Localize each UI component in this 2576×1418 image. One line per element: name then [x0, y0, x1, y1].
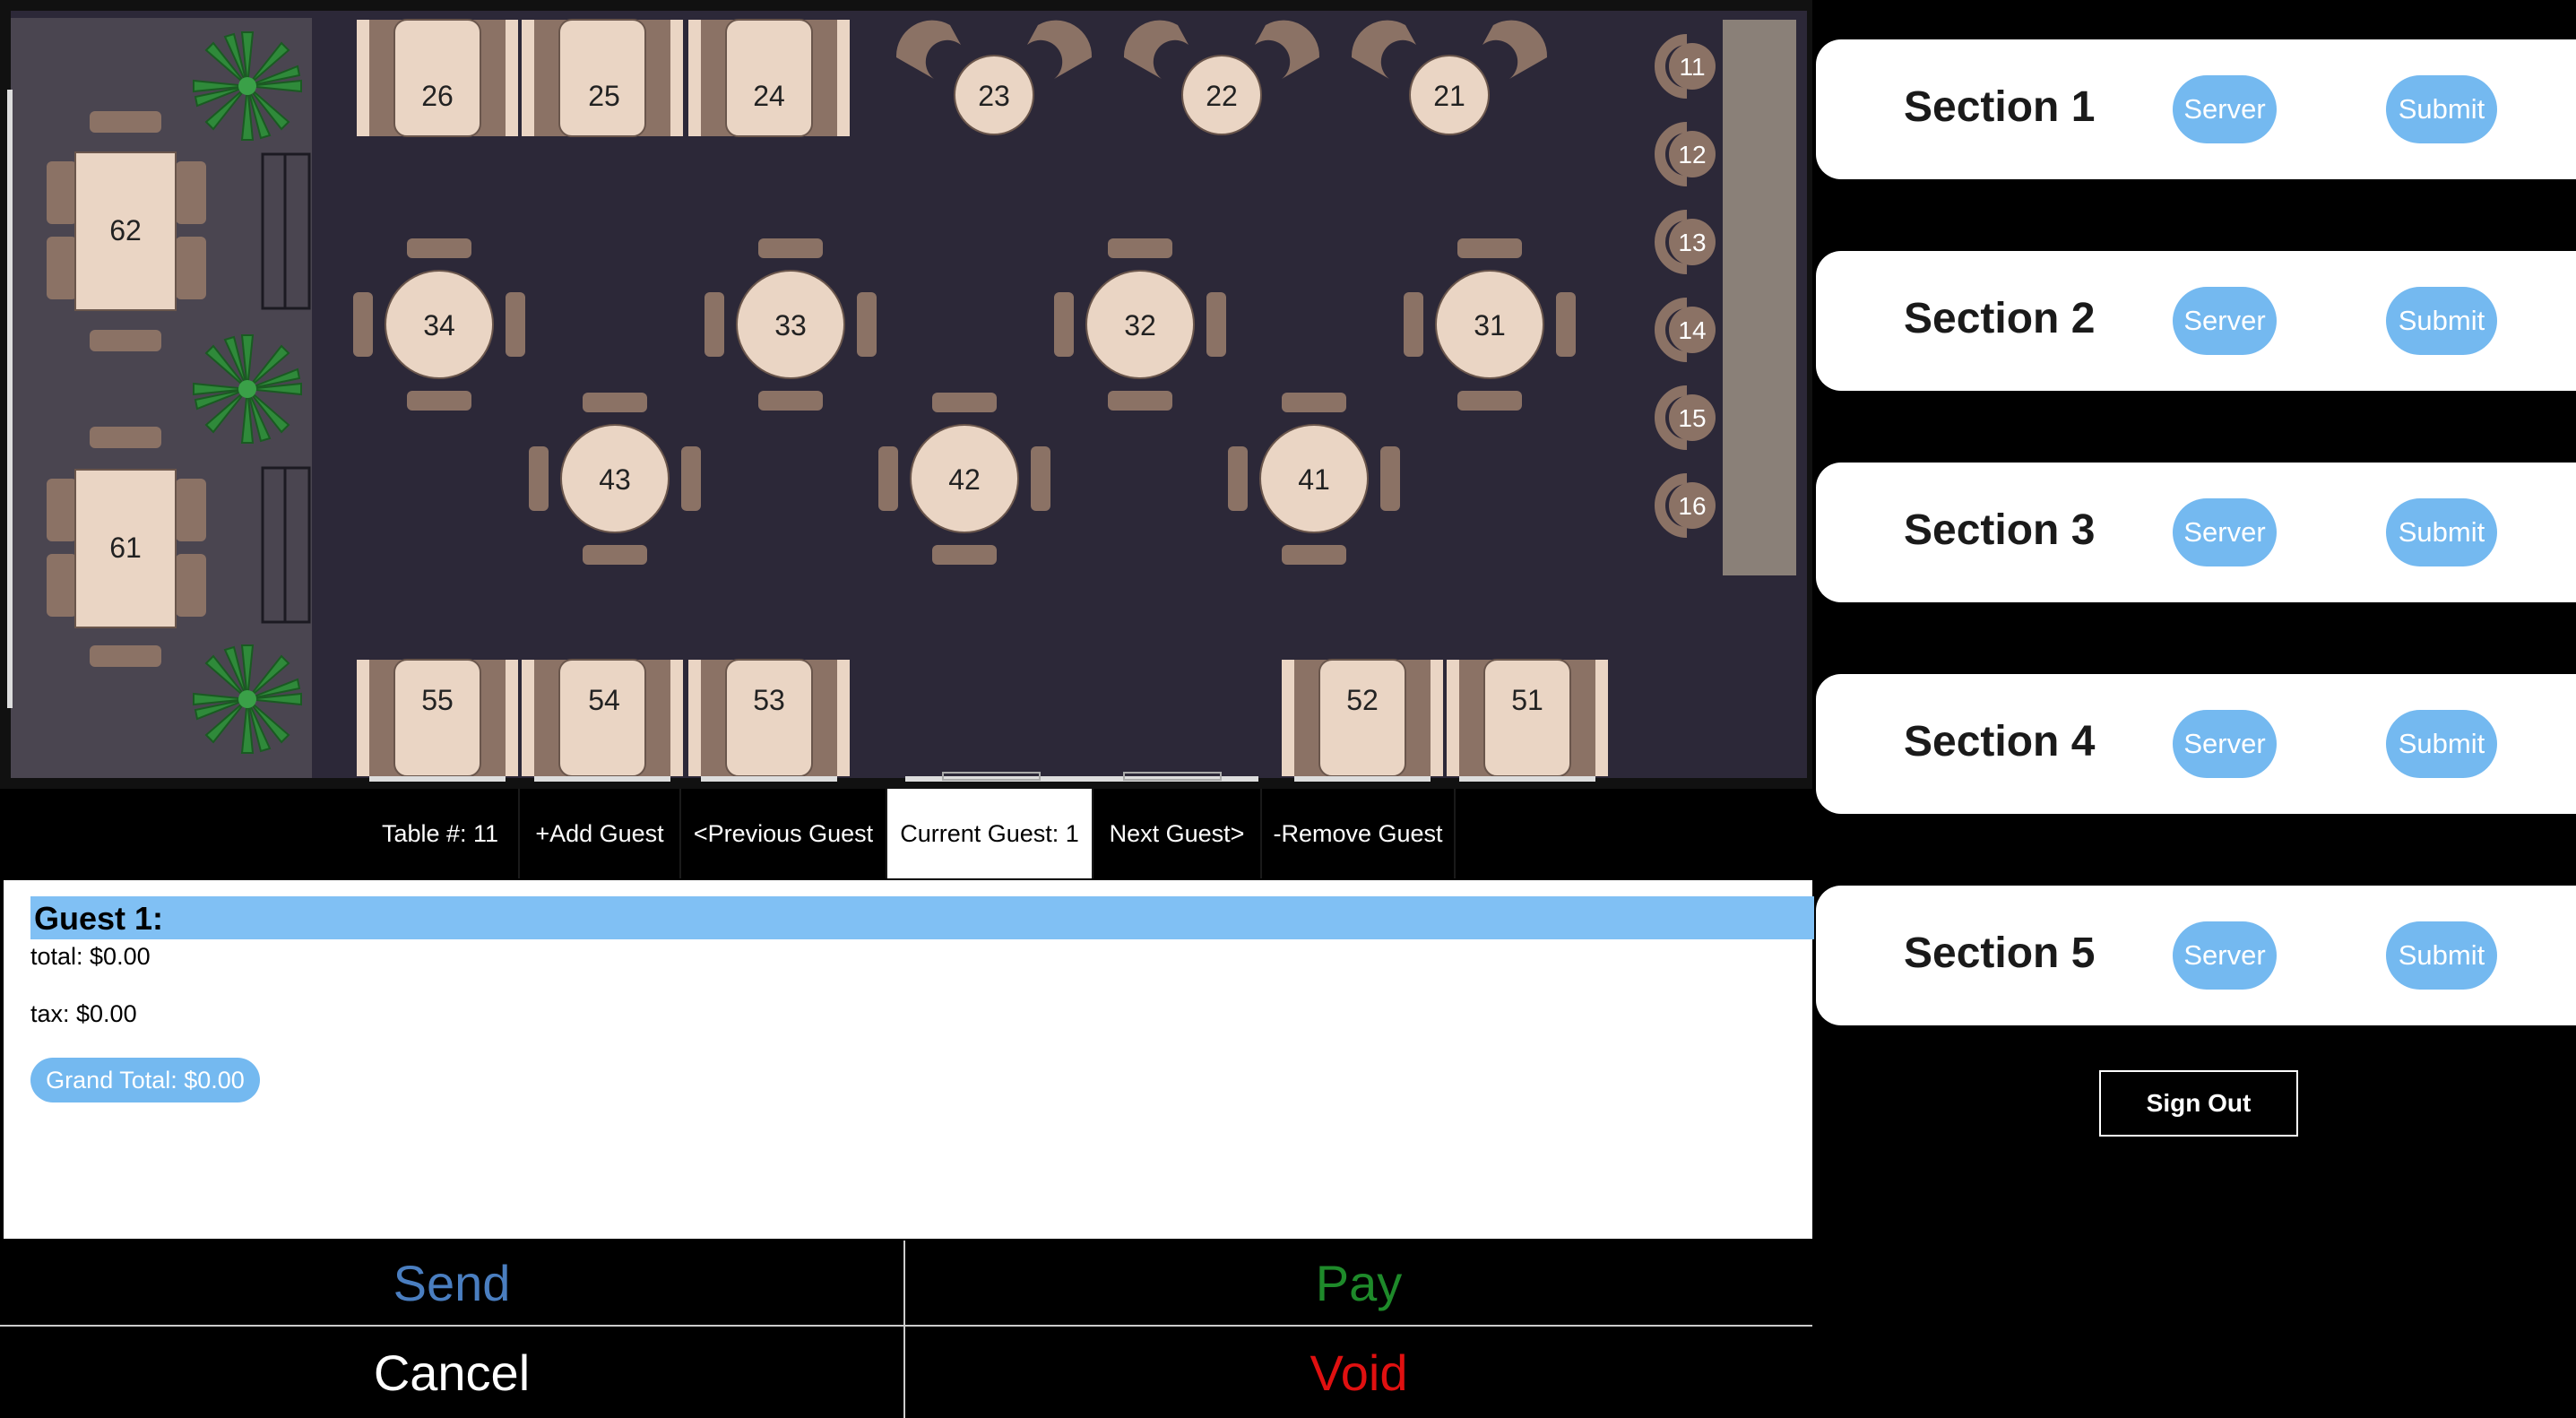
table-number: 33 [774, 309, 807, 342]
table-number: 25 [588, 80, 620, 112]
bar-counter [1723, 20, 1796, 575]
booth-51[interactable]: 51 [1447, 659, 1608, 782]
plant-icon [193, 644, 302, 754]
guest-heading: Guest 1: [34, 900, 164, 937]
table-number: 51 [1511, 684, 1543, 716]
section-title: Section 3 [1904, 506, 2096, 554]
booth-25[interactable]: 25 [522, 19, 683, 137]
void-button[interactable]: Void [905, 1327, 1812, 1418]
guest-tab-bar: Table #: 11 +Add Guest <Previous Guest C… [362, 789, 1456, 878]
remove-guest-button[interactable]: -Remove Guest [1262, 789, 1456, 878]
previous-guest-button[interactable]: <Previous Guest [681, 789, 887, 878]
section-title: Section 1 [1904, 83, 2096, 131]
submit-button[interactable]: Submit [2386, 287, 2497, 355]
table-number: 42 [948, 463, 981, 496]
plant-icon [193, 31, 302, 141]
next-guest-button[interactable]: Next Guest> [1094, 789, 1262, 878]
table-number: 52 [1346, 684, 1379, 716]
section-card: Section 1 Server Submit [1816, 39, 2576, 179]
guest-header[interactable]: Guest 1: [30, 896, 1814, 939]
guest-total: total: $0.00 [30, 943, 151, 970]
seat-number: 16 [1678, 492, 1706, 520]
section-card: Section 2 Server Submit [1816, 251, 2576, 391]
seat-number: 14 [1678, 316, 1706, 344]
floor-plan: 62 61 26 25 24 23 22 21 11 12 13 14 15 1… [0, 0, 1812, 789]
section-title: Section 5 [1904, 929, 2096, 977]
action-bar: Send Pay Cancel Void [0, 1241, 1812, 1418]
booth-52[interactable]: 52 [1282, 659, 1443, 782]
server-button[interactable]: Server [2173, 287, 2277, 355]
booth-53[interactable]: 53 [688, 659, 850, 782]
table-number: 43 [599, 463, 631, 496]
server-button[interactable]: Server [2173, 921, 2277, 990]
table-number: 53 [753, 684, 785, 716]
divider [0, 1325, 1812, 1327]
cancel-button[interactable]: Cancel [0, 1327, 903, 1418]
booth-26[interactable]: 26 [357, 19, 518, 137]
section-title: Section 2 [1904, 295, 2096, 342]
tab-current-guest[interactable]: Current Guest: 1 [887, 789, 1094, 878]
add-guest-button[interactable]: +Add Guest [520, 789, 681, 878]
seat-number: 15 [1678, 404, 1706, 432]
tab-table-number[interactable]: Table #: 11 [362, 789, 520, 878]
grand-total-badge[interactable]: Grand Total: $0.00 [30, 1058, 260, 1102]
table-number: 61 [109, 532, 142, 564]
seat-number: 13 [1678, 229, 1706, 256]
booth-55[interactable]: 55 [357, 659, 518, 782]
table-number: 26 [421, 80, 454, 112]
plant-icon [193, 334, 302, 444]
guest-check-panel: Guest 1: total: $0.00 tax: $0.00 Grand T… [4, 880, 1814, 1239]
submit-button[interactable]: Submit [2386, 75, 2497, 143]
section-card: Section 5 Server Submit [1816, 886, 2576, 1025]
section-card: Section 4 Server Submit [1816, 674, 2576, 814]
table-number: 22 [1206, 80, 1238, 112]
section-title: Section 4 [1904, 718, 2096, 765]
seat-number: 12 [1678, 141, 1706, 169]
section-card: Section 3 Server Submit [1816, 463, 2576, 602]
booth-54[interactable]: 54 [522, 659, 683, 782]
server-button[interactable]: Server [2173, 710, 2277, 778]
submit-button[interactable]: Submit [2386, 498, 2497, 566]
submit-button[interactable]: Submit [2386, 710, 2497, 778]
booth-24[interactable]: 24 [688, 19, 850, 137]
sign-out-button[interactable]: Sign Out [2099, 1070, 2298, 1137]
server-button[interactable]: Server [2173, 75, 2277, 143]
sections-panel: Section 1 Server Submit Section 2 Server… [1816, 0, 2576, 1418]
table-number: 62 [109, 214, 142, 246]
table-number: 55 [421, 684, 454, 716]
table-number: 23 [978, 80, 1010, 112]
table-number: 32 [1124, 309, 1156, 342]
guest-tax: tax: $0.00 [30, 1000, 137, 1027]
send-button[interactable]: Send [0, 1241, 903, 1325]
table-number: 24 [753, 80, 785, 112]
table-number: 31 [1474, 309, 1506, 342]
table-number: 34 [423, 309, 455, 342]
server-button[interactable]: Server [2173, 498, 2277, 566]
seat-number: 11 [1679, 53, 1705, 81]
submit-button[interactable]: Submit [2386, 921, 2497, 990]
table-number: 21 [1433, 80, 1465, 112]
table-number: 41 [1298, 463, 1330, 496]
table-number: 54 [588, 684, 620, 716]
pay-button[interactable]: Pay [905, 1241, 1812, 1325]
divider [903, 1241, 905, 1418]
